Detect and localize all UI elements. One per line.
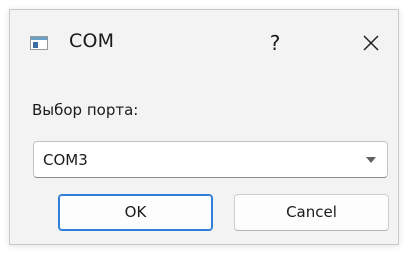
chevron-down-icon <box>366 157 376 163</box>
com-dialog: COM ? Выбор порта: COM3 OK Cancel <box>9 9 399 245</box>
help-button[interactable]: ? <box>258 26 292 60</box>
port-label: Выбор порта: <box>32 101 139 119</box>
ok-button[interactable]: OK <box>58 194 213 231</box>
dialog-title: COM <box>69 30 115 52</box>
port-select-value: COM3 <box>43 151 88 169</box>
close-icon <box>363 35 379 51</box>
app-window-icon <box>30 36 48 50</box>
cancel-button[interactable]: Cancel <box>234 194 389 231</box>
title-bar: COM ? <box>10 10 398 74</box>
port-select[interactable]: COM3 <box>33 141 388 178</box>
close-button[interactable] <box>354 26 388 60</box>
